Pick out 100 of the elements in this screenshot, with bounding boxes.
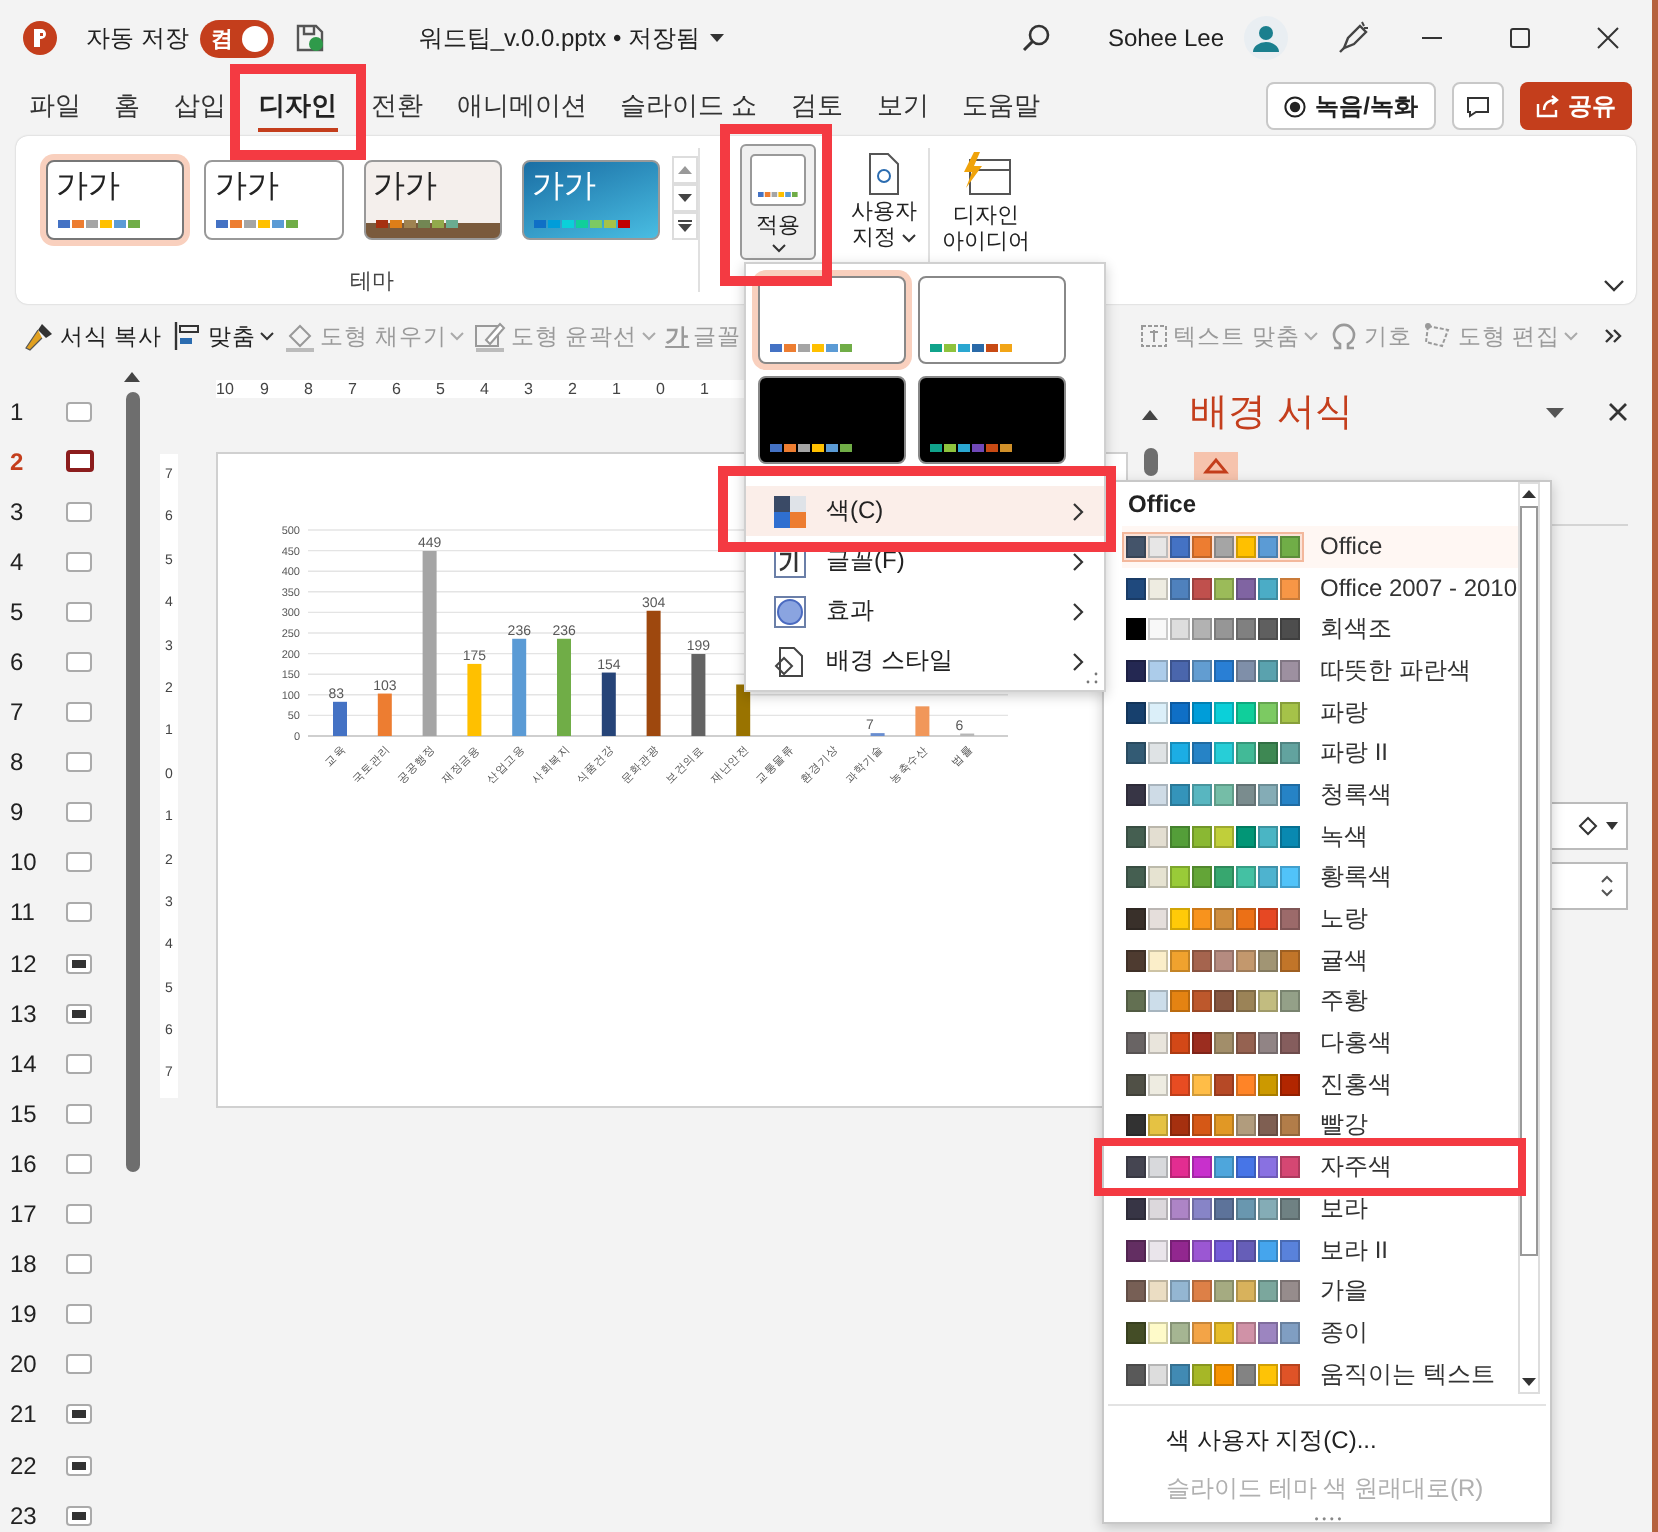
maximize-icon: [1508, 26, 1532, 50]
slide-thumbnail[interactable]: [66, 902, 92, 923]
gallery-more-button[interactable]: [672, 212, 698, 240]
color-scheme-item[interactable]: Office: [1122, 526, 1518, 568]
color-scheme-item[interactable]: 황록색: [1122, 857, 1518, 899]
scrollbar-thumb[interactable]: [125, 392, 139, 1172]
close-icon[interactable]: [1608, 402, 1628, 422]
slide-thumbnail[interactable]: [66, 702, 92, 723]
slide-thumbnail[interactable]: [66, 1505, 92, 1526]
ribbon-tab[interactable]: 파일: [12, 80, 98, 132]
slide-thumbnail[interactable]: [66, 802, 92, 823]
color-scheme-item[interactable]: 빨강: [1122, 1105, 1518, 1147]
ribbon-tab[interactable]: 보기: [859, 80, 946, 132]
slide-thumbnail[interactable]: [66, 1304, 92, 1325]
more-icon[interactable]: [1604, 328, 1624, 344]
slide-thumbnail[interactable]: [66, 1103, 92, 1124]
slide-thumbnail[interactable]: [66, 1354, 92, 1375]
slide-thumbnail[interactable]: [66, 1003, 92, 1024]
color-scheme-item[interactable]: 회색조: [1122, 608, 1518, 651]
dropdown-caret-icon[interactable]: [1546, 407, 1564, 417]
color-scheme-item[interactable]: 청록색: [1122, 774, 1518, 816]
menu-item[interactable]: 배경 스타일: [746, 636, 1104, 686]
customize-button[interactable]: 사용자 지정: [840, 152, 928, 268]
resize-grip-icon[interactable]: [1313, 1516, 1341, 1522]
ribbon-tab[interactable]: 전환: [354, 80, 440, 132]
color-scheme-item[interactable]: 종이: [1122, 1312, 1518, 1354]
color-scheme-item[interactable]: 파랑 II: [1122, 732, 1518, 775]
slide-thumbnail[interactable]: [66, 601, 92, 622]
comments-button[interactable]: [1452, 82, 1504, 130]
menu-item[interactable]: 색 사용자 지정(C)...: [1104, 1416, 1550, 1465]
scroll-down-icon[interactable]: [1521, 1378, 1536, 1387]
variant-thumbnail[interactable]: [918, 276, 1066, 364]
collapse-ribbon-icon[interactable]: [1604, 280, 1624, 292]
color-scheme-item[interactable]: 귤색: [1122, 939, 1518, 982]
toolbar-button[interactable]: 맞춤: [172, 320, 275, 352]
share-button[interactable]: 공유: [1520, 82, 1632, 130]
slide-number: 1: [8, 397, 26, 426]
scroll-up-icon[interactable]: [1521, 490, 1536, 498]
theme-thumbnail[interactable]: 가가: [363, 160, 502, 240]
slide-number: 15: [8, 1099, 39, 1128]
variant-thumbnail[interactable]: [758, 276, 906, 364]
toolbar-button[interactable]: 서식 복사: [24, 320, 163, 352]
color-scheme-item[interactable]: 파랑: [1122, 691, 1518, 733]
avatar[interactable]: [1244, 16, 1288, 60]
color-scheme-item[interactable]: 움직이는 텍스트: [1122, 1353, 1518, 1395]
color-scheme-item[interactable]: 녹색: [1122, 815, 1518, 857]
scrollbar-thumb[interactable]: [1519, 506, 1538, 1256]
slide-thumbnail[interactable]: [66, 1204, 92, 1225]
save-icon[interactable]: [294, 22, 327, 54]
slide-thumbnail[interactable]: [66, 1404, 92, 1425]
slide-thumbnail[interactable]: [66, 1153, 92, 1174]
fill-color-button[interactable]: [1548, 802, 1628, 850]
record-button[interactable]: 녹음/녹화: [1265, 82, 1436, 130]
ribbon-tab[interactable]: 슬라이드 쇼: [603, 80, 775, 132]
slide-number: 6: [8, 648, 26, 677]
color-scheme-item[interactable]: 진홍색: [1122, 1063, 1518, 1106]
ribbon-tab[interactable]: 디자인: [242, 80, 355, 132]
ribbon-tab[interactable]: 홈: [97, 80, 158, 132]
scroll-up-icon[interactable]: [124, 372, 140, 382]
filename-button[interactable]: 워드팁_v.0.0.pptx • 저장됨: [418, 21, 725, 55]
ribbon-tab[interactable]: 검토: [774, 80, 860, 132]
search-icon[interactable]: [1019, 22, 1052, 54]
slide-thumbnail[interactable]: [66, 752, 92, 773]
slide-thumbnail[interactable]: [66, 1053, 92, 1074]
variant-thumbnail[interactable]: [758, 376, 906, 464]
menu-item[interactable]: 색(C): [746, 486, 1104, 536]
slide-thumbnail[interactable]: [66, 1254, 92, 1275]
slide-thumbnail[interactable]: [66, 551, 92, 572]
slide-thumbnail[interactable]: [66, 450, 94, 473]
resize-grip-icon[interactable]: [1086, 672, 1098, 684]
color-scheme-item[interactable]: 자주색: [1122, 1146, 1518, 1188]
slide-thumbnail[interactable]: [66, 852, 92, 873]
slide-thumbnail[interactable]: [66, 953, 92, 974]
scrollbar-thumb[interactable]: [1143, 448, 1157, 476]
slide-thumbnail[interactable]: [66, 1455, 92, 1476]
menu-item[interactable]: 효과: [746, 586, 1104, 636]
color-scheme-item[interactable]: 주황: [1122, 981, 1518, 1023]
color-scheme-item[interactable]: Office 2007 - 2010: [1122, 567, 1518, 609]
color-scheme-item[interactable]: 보라 II: [1122, 1229, 1518, 1271]
color-scheme-item[interactable]: 보라: [1122, 1188, 1518, 1230]
scroll-up-icon[interactable]: [1142, 410, 1158, 420]
variant-thumbnail[interactable]: [918, 376, 1066, 464]
color-scheme-item[interactable]: 노랑: [1122, 898, 1518, 940]
theme-thumbnail[interactable]: 가가: [204, 160, 343, 240]
up-arrow-icon: [678, 166, 692, 174]
gallery-down-button[interactable]: [672, 184, 698, 212]
autosave-toggle[interactable]: 켬: [200, 19, 275, 57]
ribbon-tab[interactable]: 애니메이션: [439, 80, 604, 132]
theme-thumbnail[interactable]: 가가: [521, 160, 660, 240]
apply-button[interactable]: 적용: [740, 144, 816, 260]
color-scheme-item[interactable]: 가을: [1122, 1270, 1518, 1313]
slide-thumbnail[interactable]: [66, 401, 92, 422]
theme-thumbnail[interactable]: 가가: [46, 160, 185, 240]
ribbon-tab[interactable]: 삽입: [157, 80, 243, 132]
color-scheme-item[interactable]: 다홍색: [1122, 1022, 1518, 1064]
slide-thumbnail[interactable]: [66, 652, 92, 673]
slide-thumbnail[interactable]: [66, 501, 92, 522]
pen-icon[interactable]: [1336, 20, 1372, 56]
color-scheme-item[interactable]: 따뜻한 파란색: [1122, 650, 1518, 692]
ribbon-tab[interactable]: 도움말: [945, 80, 1057, 132]
